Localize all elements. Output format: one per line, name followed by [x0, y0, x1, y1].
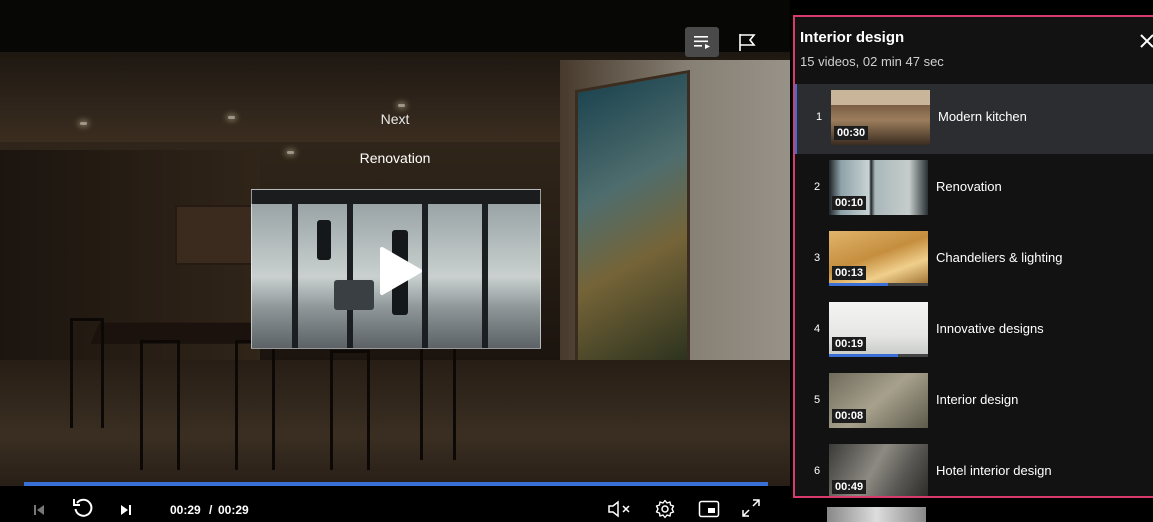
next-button[interactable]	[115, 486, 137, 522]
playlist-item-duration: 00:08	[832, 409, 867, 423]
playlist-item-thumbnail[interactable]: 00:08	[829, 373, 928, 428]
mute-icon	[608, 500, 630, 518]
playlist-item-thumbnail[interactable]: 00:19	[829, 302, 928, 357]
current-time: 00:29	[170, 503, 201, 517]
thumb-window-frame	[482, 204, 488, 348]
playlist-item-title: Modern kitchen	[938, 109, 1027, 124]
playlist-item-number: 5	[814, 394, 821, 406]
playlist-title: Interior design	[800, 29, 905, 46]
playlist-icon	[694, 36, 710, 49]
playlist-item[interactable]: 4 00:19 Innovative designs	[795, 296, 1153, 366]
playlist-item-thumbnail[interactable]: 00:30	[831, 90, 930, 145]
play-icon[interactable]	[378, 246, 422, 296]
playlist-item[interactable]: 2 00:10 Renovation	[795, 154, 1153, 224]
playlist-item-title: Hotel interior design	[936, 463, 1052, 478]
playlist-meta: 15 videos, 02 min 47 sec	[800, 54, 944, 69]
playlist-panel: Interior design 15 videos, 02 min 47 sec…	[793, 15, 1153, 498]
playlist-item-duration: 00:30	[834, 126, 869, 140]
playlist-item-duration: 00:19	[832, 337, 867, 351]
miniplayer-button[interactable]	[694, 486, 724, 522]
time-separator: /	[209, 503, 213, 517]
playlist-item[interactable]: 3 00:13 Chandeliers & lighting	[795, 225, 1153, 295]
mute-button[interactable]	[604, 486, 636, 522]
replay-icon	[73, 498, 93, 517]
thumb-window-frame	[422, 204, 428, 348]
thumb-cart	[334, 280, 374, 310]
playlist-item-thumbnail[interactable]: 00:10	[829, 160, 928, 215]
playlist-item-thumbnail[interactable]: 00:13	[829, 231, 928, 286]
skip-next-icon	[121, 505, 131, 515]
playlist-item-number: 1	[816, 111, 823, 123]
fullscreen-button[interactable]	[736, 486, 766, 522]
playlist-item[interactable]: 6 00:49 Hotel interior design	[795, 438, 1153, 496]
flag-icon	[739, 34, 756, 51]
replay-button[interactable]	[68, 486, 98, 522]
thumb-window-frame	[347, 204, 353, 348]
watch-progress-bar	[829, 283, 889, 286]
previous-button[interactable]	[28, 486, 50, 522]
up-next-thumbnail[interactable]	[251, 189, 541, 349]
playlist-item-number: 4	[814, 323, 821, 335]
video-frame[interactable]: Next Renovation	[0, 0, 790, 486]
settings-button[interactable]	[650, 486, 680, 522]
playlist-item-duration: 00:49	[832, 480, 867, 494]
playlist-item-thumbnail[interactable]: 00:49	[829, 444, 928, 496]
playlist-item-title: Chandeliers & lighting	[936, 250, 1063, 265]
close-playlist-button[interactable]	[1139, 33, 1153, 49]
up-next-label: Next	[380, 111, 410, 127]
playlist-item-number: 6	[814, 465, 821, 477]
playlist-item-thumbnail-partial[interactable]	[827, 507, 926, 522]
fullscreen-icon	[742, 499, 760, 517]
watch-progress-bar	[829, 354, 899, 357]
playlist-item-duration: 00:10	[832, 196, 867, 210]
playlist-item-title: Interior design	[936, 392, 1019, 407]
playlist-item[interactable]: 1 00:30 Modern kitchen	[795, 84, 1153, 154]
control-bar: 00:29 / 00:29	[0, 486, 790, 522]
playlist-toggle-button[interactable]	[685, 27, 719, 57]
close-icon	[1140, 34, 1153, 48]
video-player[interactable]: Next Renovation 00:29 / 00:29	[0, 0, 790, 522]
miniplayer-icon	[698, 500, 720, 518]
playlist-item[interactable]: 5 00:08 Interior design	[795, 367, 1153, 437]
report-button[interactable]	[730, 27, 764, 57]
playlist-item-title: Innovative designs	[936, 321, 1044, 336]
playlist-item-duration: 00:13	[832, 266, 867, 280]
up-next-title[interactable]: Renovation	[0, 150, 790, 166]
playlist-item-title: Renovation	[936, 179, 1002, 194]
thumb-window-frame	[292, 204, 298, 348]
total-time: 00:29	[218, 503, 249, 517]
skip-back-icon	[34, 505, 44, 515]
playlist-item-number: 3	[814, 252, 821, 264]
thumb-figure	[317, 220, 331, 260]
settings-icon	[655, 499, 675, 519]
playlist-item-number: 2	[814, 181, 821, 193]
